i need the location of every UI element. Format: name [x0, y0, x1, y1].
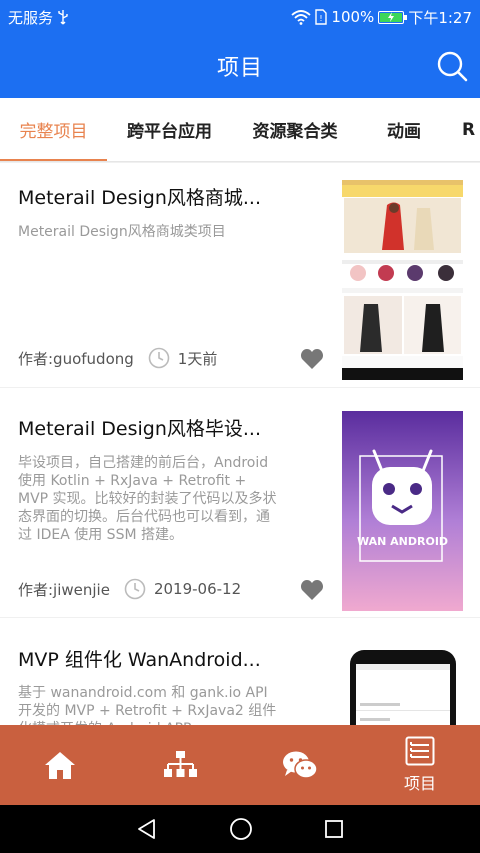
- tab-complete-projects[interactable]: 完整项目: [0, 98, 107, 161]
- nav-tree[interactable]: [120, 725, 240, 805]
- page-title: 项目: [216, 56, 263, 81]
- nav-wechat[interactable]: [240, 725, 360, 805]
- sim-icon: !: [315, 9, 328, 25]
- back-icon[interactable]: [136, 818, 158, 840]
- nav-project-label: 项目: [403, 774, 436, 793]
- bottom-navigation: 项目: [0, 725, 480, 805]
- app-bar: 项目: [0, 34, 480, 98]
- status-bar: 无服务 ! 100% 下午1:27: [0, 0, 480, 34]
- clock-icon: [124, 578, 146, 600]
- battery-percent: 100%: [331, 8, 375, 26]
- system-navigation-bar: [0, 805, 480, 853]
- article-time: 1天前: [177, 349, 218, 368]
- thumbnail-caption: WAN ANDROID: [357, 535, 448, 548]
- tab-animation[interactable]: 动画: [358, 98, 450, 161]
- home-icon: [45, 752, 75, 779]
- wechat-icon: [283, 751, 318, 779]
- wifi-icon: [291, 10, 312, 25]
- search-icon[interactable]: [436, 50, 468, 82]
- article-title: Meterail Design风格毕设...: [18, 418, 261, 440]
- article-title: MVP 组件化 WanAndroid...: [18, 649, 261, 671]
- article-author: 作者:jiwenjie: [18, 580, 110, 599]
- nav-project[interactable]: 项目: [360, 725, 480, 805]
- nav-home[interactable]: [0, 725, 120, 805]
- article-time: 2019-06-12: [153, 580, 242, 598]
- tab-resource-aggregation[interactable]: 资源聚合类: [232, 98, 358, 161]
- article-desc: Meterail Design风格商城类项目: [18, 224, 226, 240]
- favorite-heart-icon[interactable]: [300, 579, 324, 601]
- article-title: Meterail Design风格商城...: [18, 187, 261, 209]
- tree-icon: [164, 751, 197, 777]
- project-thumbnail[interactable]: [342, 180, 463, 380]
- favorite-heart-icon[interactable]: [300, 348, 324, 370]
- home-circle-icon[interactable]: [229, 817, 253, 841]
- project-thumbnail[interactable]: WAN ANDROID: [342, 411, 463, 611]
- article-desc: 基于 wanandroid.com 和 gank.io API 开发的 MVP …: [18, 685, 277, 725]
- list-item[interactable]: Meterail Design风格商城... Meterail Design风格…: [0, 163, 480, 387]
- clock-icon: [148, 347, 170, 369]
- project-icon: [405, 736, 435, 766]
- battery-icon: [378, 10, 408, 24]
- list-item[interactable]: MVP 组件化 WanAndroid... 基于 wanandroid.com …: [0, 618, 480, 725]
- article-desc: 毕设项目，自己搭建的前后台，Android使用 Kotlin + RxJava …: [18, 455, 277, 543]
- project-list: Meterail Design风格商城... Meterail Design风格…: [0, 163, 480, 725]
- tab-cross-platform[interactable]: 跨平台应用: [107, 98, 232, 161]
- clock-time: 下午1:27: [408, 8, 472, 27]
- svg-text:!: !: [320, 14, 323, 23]
- usb-icon: [58, 10, 68, 25]
- category-tabs: 完整项目 跨平台应用 资源聚合类 动画 R: [0, 98, 480, 162]
- tab-overflow[interactable]: R: [450, 98, 480, 161]
- article-author: 作者:guofudong: [18, 349, 134, 368]
- project-thumbnail[interactable]: [342, 648, 463, 725]
- list-item[interactable]: Meterail Design风格毕设... 毕设项目，自己搭建的前后台，And…: [0, 388, 480, 617]
- carrier-label: 无服务: [8, 8, 54, 27]
- recents-icon[interactable]: [324, 819, 344, 839]
